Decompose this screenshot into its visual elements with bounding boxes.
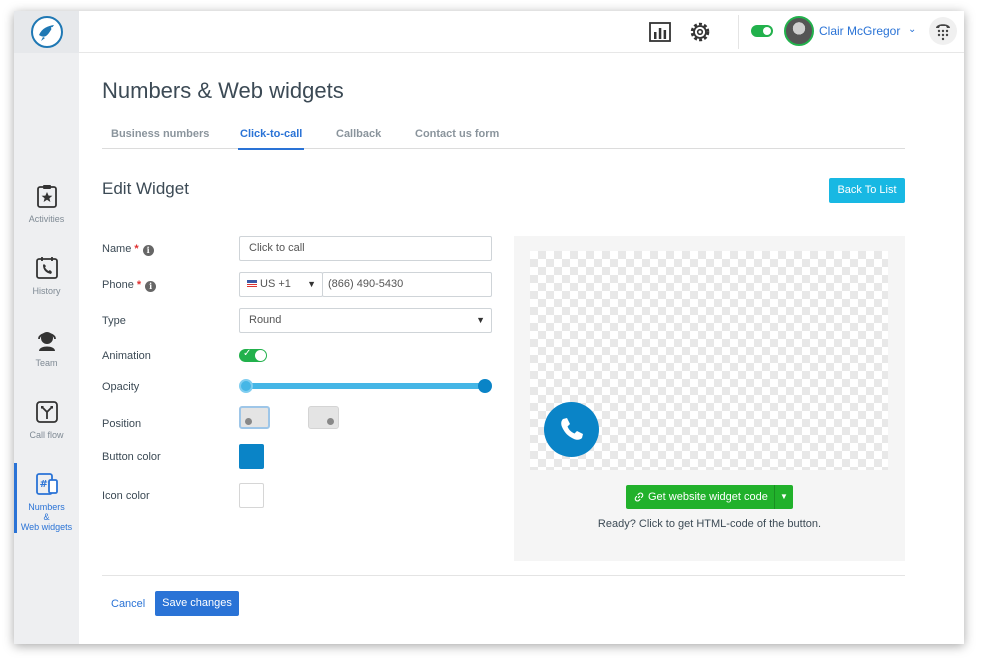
divider	[738, 15, 739, 49]
required-mark: *	[136, 279, 142, 291]
opacity-slider-min-handle[interactable]	[239, 379, 253, 393]
opacity-slider-track[interactable]	[245, 383, 485, 389]
icon-color-swatch[interactable]	[239, 483, 264, 508]
call-widget-button[interactable]	[544, 402, 599, 457]
country-code-value: US +1	[260, 278, 291, 290]
caret-down-icon: ▼	[307, 279, 316, 289]
cancel-button[interactable]: Cancel	[111, 598, 145, 610]
info-icon[interactable]: i	[142, 245, 154, 256]
country-code-select[interactable]: US +1 ▼	[239, 272, 323, 297]
logo-cell	[14, 11, 79, 53]
phone-icon	[561, 418, 583, 440]
tab-contact-us-form[interactable]: Contact us form	[415, 128, 499, 140]
type-label: Type	[102, 315, 126, 327]
check-icon: ✓	[243, 348, 252, 359]
tab-click-to-call[interactable]: Click-to-call	[237, 128, 305, 150]
tab-business-numbers[interactable]: Business numbers	[111, 128, 209, 140]
opacity-label: Opacity	[102, 381, 140, 393]
headset-agent-icon	[37, 332, 56, 351]
sidebar-item-label: Call flow	[29, 430, 64, 440]
sidebar-item-label: History	[32, 286, 61, 296]
us-flag-icon	[247, 280, 257, 287]
sidebar: Activities History Team Call flow # Numb…	[14, 11, 79, 644]
get-widget-code-button[interactable]: Get website widget code ▼	[626, 485, 793, 509]
sidebar-item-call-flow[interactable]: Call flow	[14, 399, 79, 440]
opacity-slider-max-handle[interactable]	[478, 379, 492, 393]
svg-text:#: #	[39, 479, 47, 490]
sidebar-item-numbers-web-widgets[interactable]: # Numbers & Web widgets	[14, 463, 79, 533]
sidebar-item-history[interactable]: History	[14, 255, 79, 296]
position-dot	[245, 418, 252, 425]
hash-phone-icon: #	[35, 473, 58, 495]
stats-chart-icon[interactable]	[648, 20, 672, 44]
position-bottom-left-option[interactable]	[239, 406, 270, 429]
position-label: Position	[102, 418, 142, 430]
caret-down-icon: ▼	[476, 315, 485, 325]
gear-icon[interactable]	[688, 20, 712, 44]
preview-canvas	[530, 251, 888, 470]
position-dot	[327, 418, 334, 425]
ready-hint: Ready? Click to get HTML-code of the but…	[597, 518, 822, 530]
app-window: Activities History Team Call flow # Numb…	[14, 11, 964, 644]
star-clipboard-icon	[36, 185, 57, 208]
phone-input[interactable]: (866) 490-5430	[322, 272, 492, 297]
sidebar-item-label-line1: Numbers	[28, 502, 65, 512]
tab-bar: Business numbers Click-to-call Callback …	[102, 119, 905, 150]
type-select[interactable]: Round ▼	[239, 308, 492, 333]
name-label-text: Name	[102, 243, 132, 255]
sidebar-item-team[interactable]: Team	[14, 327, 79, 368]
get-widget-code-label: Get website widget code	[648, 491, 768, 503]
main-content: Numbers & Web widgets Business numbers C…	[79, 53, 964, 644]
tab-callback[interactable]: Callback	[336, 128, 381, 140]
phone-label-text: Phone	[102, 279, 134, 291]
button-color-swatch[interactable]	[239, 444, 264, 469]
user-name[interactable]: Clair McGregor	[819, 24, 900, 38]
widget-preview-panel: Get website widget code ▼ Ready? Click t…	[514, 236, 905, 561]
phone-calendar-icon	[35, 257, 58, 279]
save-changes-button[interactable]: Save changes	[155, 591, 239, 616]
toggle-knob	[255, 350, 266, 361]
caret-down-icon[interactable]: ▼	[774, 485, 793, 509]
sidebar-item-label: Team	[35, 358, 58, 368]
divider	[102, 575, 905, 576]
position-bottom-right-option[interactable]	[308, 406, 339, 429]
name-label: Name * i	[102, 243, 154, 256]
required-mark: *	[134, 243, 139, 255]
edit-widget-title: Edit Widget	[102, 179, 189, 198]
dialpad-icon	[936, 24, 950, 41]
sidebar-item-label-line3: Web widgets	[20, 522, 73, 532]
sidebar-item-label: Activities	[28, 214, 65, 224]
chevron-down-icon[interactable]: ⌄	[908, 24, 916, 35]
call-flow-icon	[35, 401, 58, 423]
back-to-list-button[interactable]: Back To List	[829, 178, 905, 203]
phone-label: Phone * i	[102, 279, 157, 292]
button-color-label: Button color	[102, 451, 161, 463]
type-value: Round	[249, 314, 282, 326]
info-icon[interactable]: i	[145, 281, 157, 292]
dialpad-button[interactable]	[929, 17, 957, 45]
bird-logo-icon	[39, 25, 54, 41]
name-input[interactable]: Click to call	[239, 236, 492, 261]
availability-toggle[interactable]	[751, 25, 773, 37]
link-icon	[634, 492, 644, 502]
icon-color-label: Icon color	[102, 490, 150, 502]
avatar[interactable]	[784, 16, 814, 46]
logo[interactable]	[31, 16, 63, 48]
page-title: Numbers & Web widgets	[102, 78, 344, 103]
animation-label: Animation	[102, 350, 151, 362]
animation-toggle[interactable]: ✓	[239, 348, 267, 362]
sidebar-item-label-line2: &	[43, 512, 50, 522]
top-bar: Clair McGregor ⌄	[79, 11, 964, 53]
sidebar-item-activities[interactable]: Activities	[14, 183, 79, 224]
